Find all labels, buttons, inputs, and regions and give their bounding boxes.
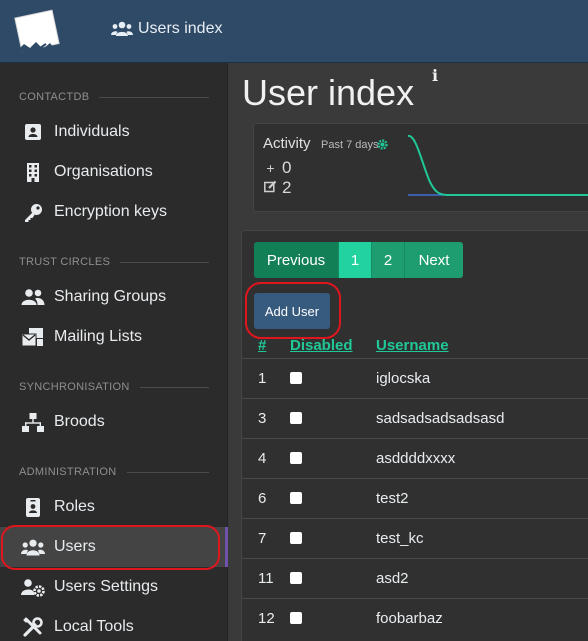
- network-icon: [21, 412, 45, 432]
- users-icon: [111, 21, 133, 36]
- edit-icon: [263, 180, 278, 196]
- id-badge-icon: [21, 497, 45, 517]
- page-title: User index: [242, 72, 415, 113]
- key-icon: [21, 202, 45, 222]
- app-logo[interactable]: [10, 6, 62, 56]
- cell-username: asd2: [376, 570, 409, 587]
- activity-added-stat: + 0: [263, 158, 291, 178]
- building-icon: [21, 162, 45, 182]
- info-icon[interactable]: i: [432, 66, 438, 85]
- activity-period: Past 7 days: [321, 139, 379, 151]
- divider: [99, 96, 209, 98]
- users-table-card: Previous 1 2 Next Add User # Disabled Us…: [241, 230, 588, 641]
- pagination: Previous 1 2 Next: [254, 242, 463, 278]
- breadcrumb-label: Users index: [138, 20, 223, 37]
- activity-card: Activity Past 7 days + 0 2: [253, 123, 588, 212]
- column-header-username[interactable]: Username: [376, 337, 449, 354]
- activity-added-count: 0: [282, 158, 292, 177]
- sidebar-item-label: Users Settings: [54, 578, 159, 595]
- cell-username: iglocska: [376, 370, 431, 387]
- section-title-contactdb: CONTACTDB: [19, 91, 209, 103]
- users-cog-icon: [21, 577, 45, 597]
- mail-bulk-icon: [21, 327, 45, 347]
- table-row: 7 test_kc: [242, 518, 588, 558]
- cell-id: 1: [258, 370, 267, 387]
- disabled-checkbox[interactable]: [290, 492, 302, 504]
- disabled-checkbox[interactable]: [290, 612, 302, 624]
- sidebar-item-organisations[interactable]: Organisations: [0, 152, 228, 192]
- section-title-synchronisation: SYNCHRONISATION: [19, 381, 209, 393]
- sidebar-item-label: Encryption keys: [54, 203, 167, 220]
- cell-username: sadsadsadsadsasd: [376, 410, 505, 427]
- sidebar-item-mailing-lists[interactable]: Mailing Lists: [0, 317, 228, 357]
- disabled-checkbox[interactable]: [290, 412, 302, 424]
- sidebar-item-broods[interactable]: Broods: [0, 402, 228, 442]
- section-title-administration: ADMINISTRATION: [19, 466, 209, 478]
- table-row: 6 test2: [242, 478, 588, 518]
- divider: [126, 471, 209, 473]
- cell-username: test2: [376, 490, 409, 507]
- divider: [139, 386, 209, 388]
- pagination-page-1[interactable]: 1: [339, 242, 372, 278]
- divider: [120, 261, 209, 263]
- breadcrumb-users-index[interactable]: Users index: [111, 20, 222, 38]
- sidebar-item-users[interactable]: Users: [0, 527, 228, 567]
- cell-id: 12: [258, 610, 275, 627]
- cell-username: foobarbaz: [376, 610, 443, 627]
- sidebar-item-label: Local Tools: [54, 618, 134, 635]
- sidebar-item-local-tools[interactable]: Local Tools: [0, 607, 228, 641]
- cell-id: 11: [258, 570, 274, 587]
- activity-edited-count: 2: [282, 178, 292, 197]
- tools-icon: [21, 617, 45, 637]
- activity-edited-stat: 2: [263, 178, 291, 198]
- pagination-page-2[interactable]: 2: [372, 242, 405, 278]
- column-header-id[interactable]: #: [258, 337, 266, 354]
- plus-icon: +: [266, 160, 275, 176]
- sidebar-item-label: Individuals: [54, 123, 130, 140]
- table-row: 1 iglocska: [242, 358, 588, 398]
- cell-id: 4: [258, 450, 267, 467]
- activity-label: Activity: [263, 135, 311, 152]
- users-icon: [21, 287, 45, 307]
- sparkline-line: [407, 135, 588, 196]
- sidebar-item-roles[interactable]: Roles: [0, 487, 228, 527]
- sidebar-item-individuals[interactable]: Individuals: [0, 112, 228, 152]
- id-card-icon: [21, 122, 45, 142]
- table-row: 3 sadsadsadsadsasd: [242, 398, 588, 438]
- pagination-next-button[interactable]: Next: [405, 242, 463, 278]
- section-title-trust-circles: TRUST CIRCLES: [19, 256, 209, 268]
- add-user-button[interactable]: Add User: [254, 293, 330, 329]
- cell-username: asddddxxxx: [376, 450, 456, 467]
- sidebar-item-label: Users: [54, 538, 96, 555]
- table-row: 12 foobarbaz: [242, 598, 588, 638]
- table-row: 4 asddddxxxx: [242, 438, 588, 478]
- sidebar: CONTACTDB Individuals Organisations Encr…: [0, 63, 228, 641]
- pagination-previous-button[interactable]: Previous: [254, 242, 339, 278]
- cell-id: 7: [258, 530, 267, 547]
- cell-id: 3: [258, 410, 267, 427]
- cell-username: test_kc: [376, 530, 424, 547]
- disabled-checkbox[interactable]: [290, 572, 302, 584]
- sidebar-item-label: Organisations: [54, 163, 153, 180]
- table-row: 11 asd2: [242, 558, 588, 598]
- disabled-checkbox[interactable]: [290, 532, 302, 544]
- column-header-disabled[interactable]: Disabled: [290, 337, 353, 354]
- sidebar-item-label: Roles: [54, 498, 95, 515]
- top-bar: Users index: [0, 0, 588, 63]
- sidebar-item-encryption-keys[interactable]: Encryption keys: [0, 192, 228, 232]
- sidebar-item-label: Broods: [54, 413, 105, 430]
- sidebar-item-label: Mailing Lists: [54, 328, 143, 345]
- main-content: User index i Activity Past 7 days + 0 2 …: [229, 63, 588, 641]
- cell-id: 6: [258, 490, 267, 507]
- activity-sparkline: [407, 135, 588, 196]
- disabled-checkbox[interactable]: [290, 372, 302, 384]
- sidebar-item-users-settings[interactable]: Users Settings: [0, 567, 228, 607]
- users-icon: [21, 537, 45, 557]
- gear-icon[interactable]: [377, 139, 388, 150]
- disabled-checkbox[interactable]: [290, 452, 302, 464]
- sidebar-item-label: Sharing Groups: [54, 288, 167, 305]
- sidebar-item-sharing-groups[interactable]: Sharing Groups: [0, 277, 228, 317]
